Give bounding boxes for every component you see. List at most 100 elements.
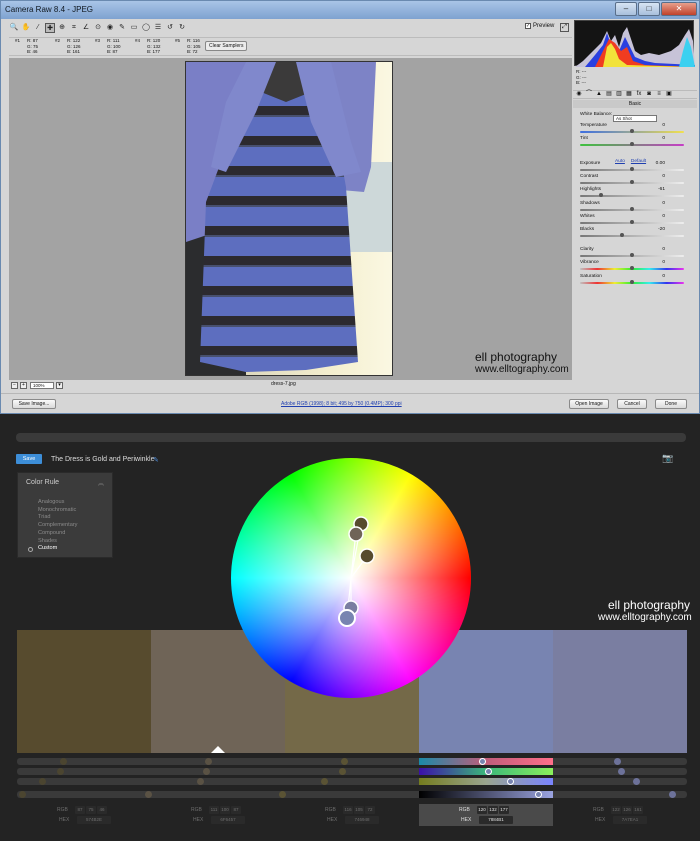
pencil-icon[interactable]: ✎ (153, 456, 159, 464)
slider-dot[interactable] (485, 768, 492, 775)
rgb-value-field[interactable]: 87 (75, 806, 85, 814)
slider-thumb[interactable] (598, 193, 603, 197)
lens-tab-icon[interactable]: ▦ (625, 91, 633, 98)
slider-dot[interactable] (321, 778, 328, 785)
rotate-right-icon[interactable]: ↻ (177, 23, 187, 33)
slider-dot[interactable] (197, 778, 204, 785)
white-balance-select[interactable]: As Shot (613, 115, 657, 122)
rgb-value-field[interactable]: 116 (343, 806, 353, 814)
slider-thumb[interactable] (630, 207, 634, 211)
slider-dot[interactable] (341, 758, 348, 765)
done-button[interactable]: Done (655, 399, 687, 409)
auto-link[interactable]: Auto (615, 159, 625, 164)
save-image-button[interactable]: Save Image... (12, 399, 56, 409)
adjust-value[interactable]: 0 (643, 247, 665, 253)
crop-tool-icon[interactable]: ⌗ (69, 23, 79, 33)
cancel-button[interactable]: Cancel (617, 399, 647, 409)
graduated-filter-icon[interactable]: ▭ (129, 23, 139, 33)
adjust-slider[interactable] (580, 195, 684, 197)
hex-value-field[interactable]: 7884B1 (479, 816, 513, 824)
rgb-value-field[interactable]: 120 (477, 806, 487, 814)
slider-thumb[interactable] (630, 167, 634, 171)
adjust-value[interactable]: -20 (643, 227, 665, 233)
save-button[interactable]: Save (16, 454, 42, 464)
slider-dot[interactable] (535, 791, 542, 798)
adjust-value[interactable]: 0 (643, 174, 665, 180)
straighten-tool-icon[interactable]: ∠ (81, 23, 91, 33)
clear-samplers-button[interactable]: Clear Samplers (205, 41, 248, 51)
color-wheel[interactable] (231, 458, 471, 698)
red-eye-icon[interactable]: ◉ (105, 23, 115, 33)
maximize-button[interactable]: □ (638, 2, 660, 16)
preferences-icon[interactable]: ☰ (153, 23, 163, 33)
theme-name[interactable]: The Dress is Gold and Periwinkle (51, 456, 155, 463)
collapse-icon[interactable]: ︽ (98, 478, 104, 487)
slider-row-3[interactable] (17, 778, 687, 785)
zoom-out-button[interactable]: − (11, 381, 18, 389)
rule-shades[interactable]: Shades (38, 538, 77, 546)
adjust-value[interactable]: 0 (643, 274, 665, 280)
rule-analogous[interactable]: Analogous (38, 499, 77, 507)
close-button[interactable]: ✕ (661, 2, 697, 16)
rgb-value-field[interactable]: 72 (365, 806, 375, 814)
adjust-value[interactable]: 0 (643, 136, 665, 142)
slider-thumb[interactable] (630, 280, 634, 284)
rotate-left-icon[interactable]: ↺ (165, 23, 175, 33)
slider-dot[interactable] (633, 778, 640, 785)
rgb-value-field[interactable]: 132 (488, 806, 498, 814)
slider-dot[interactable] (669, 791, 676, 798)
rgb-value-field[interactable]: 111 (209, 806, 219, 814)
rgb-value-field[interactable]: 122 (611, 806, 621, 814)
top-slider[interactable] (16, 433, 686, 442)
adjustment-brush-icon[interactable]: ✎ (117, 23, 127, 33)
adjust-value[interactable]: 0 (643, 260, 665, 266)
hex-value-field[interactable]: 574B2E (77, 816, 111, 824)
slider-dot[interactable] (618, 768, 625, 775)
slider-dot[interactable] (39, 778, 46, 785)
slider-dot[interactable] (507, 778, 514, 785)
rgb-value-field[interactable]: 87 (231, 806, 241, 814)
spot-removal-icon[interactable]: ⊙ (93, 23, 103, 33)
slider-thumb[interactable] (630, 253, 634, 257)
rule-compound[interactable]: Compound (38, 530, 77, 538)
rule-triad[interactable]: Triad (38, 514, 77, 522)
slider-dot[interactable] (203, 768, 210, 775)
slider-thumb[interactable] (630, 180, 634, 184)
color-sampler-tool-icon[interactable]: ✚ (45, 23, 55, 33)
rgb-value-field[interactable]: 161 (633, 806, 643, 814)
basic-tab-icon[interactable]: ◉ (575, 91, 583, 98)
slider-dot[interactable] (19, 791, 26, 798)
slider-dot[interactable] (60, 758, 67, 765)
color-swatch[interactable] (17, 630, 151, 753)
zoom-level-select[interactable]: 100% (30, 381, 54, 389)
rule-monochromatic[interactable]: Monochromatic (38, 507, 77, 515)
slider-row-2[interactable] (17, 768, 687, 775)
camera-icon[interactable]: 📷 (662, 453, 673, 464)
slider-thumb[interactable] (630, 142, 634, 146)
slider-row-brightness[interactable] (17, 791, 687, 798)
slider-dot[interactable] (279, 791, 286, 798)
open-image-button[interactable]: Open Image (569, 399, 609, 409)
effects-tab-icon[interactable]: fx (635, 91, 643, 98)
rule-complementary[interactable]: Complementary (38, 522, 77, 530)
tone-curve-tab-icon[interactable]: ⌒ (585, 91, 593, 98)
rgb-value-field[interactable]: 177 (499, 806, 509, 814)
radial-filter-icon[interactable]: ◯ (141, 23, 151, 33)
radio-icon[interactable] (28, 547, 33, 552)
rule-custom[interactable]: Custom (38, 545, 77, 553)
slider-dot[interactable] (614, 758, 621, 765)
rgb-value-field[interactable]: 46 (97, 806, 107, 814)
presets-tab-icon[interactable]: ≡ (655, 91, 663, 98)
adjust-value[interactable]: -61 (643, 187, 665, 193)
slider-dot[interactable] (479, 758, 486, 765)
targeted-adjustment-icon[interactable]: ⊕ (57, 23, 67, 33)
slider-row-1[interactable] (17, 758, 687, 765)
workflow-options-link[interactable]: Adobe RGB (1998); 8 bit; 495 by 750 (0.4… (281, 401, 402, 407)
slider-thumb[interactable] (619, 233, 624, 237)
adjust-slider[interactable] (580, 235, 684, 237)
adjust-value[interactable]: 0.00 (643, 161, 665, 167)
preview-checkbox[interactable]: ✓ Preview (525, 23, 554, 29)
slider-thumb[interactable] (630, 266, 634, 270)
detail-tab-icon[interactable]: ▲ (595, 91, 603, 98)
minimize-button[interactable]: – (615, 2, 637, 16)
